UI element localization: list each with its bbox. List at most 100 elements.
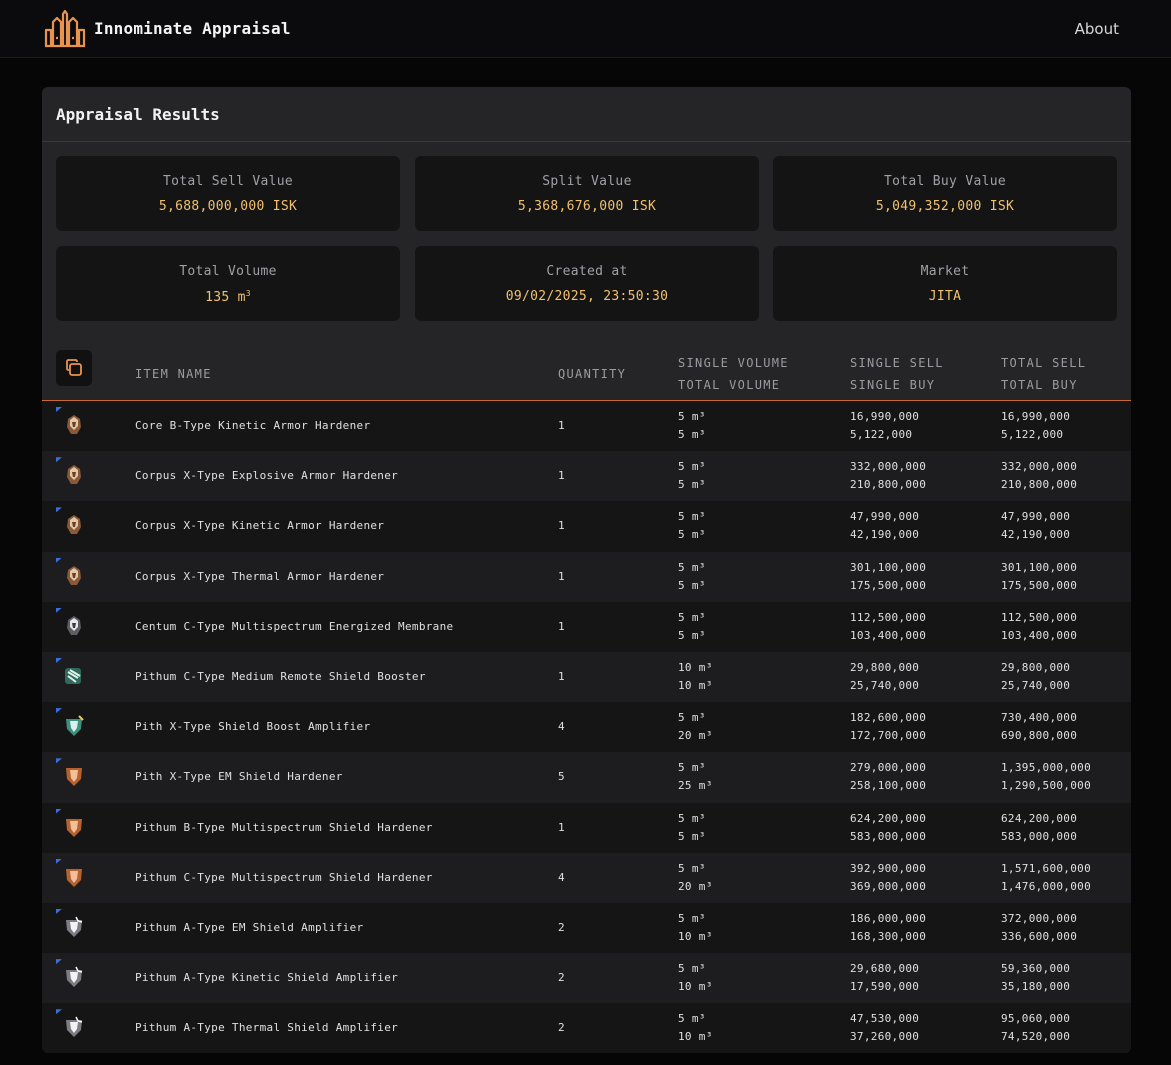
item-single-volume: 5 m³ [678, 761, 706, 775]
item-single-volume: 5 m³ [678, 410, 706, 423]
item-name[interactable]: Pithum A-Type Thermal Shield Amplifier [135, 1021, 398, 1034]
item-total-sell: 1,571,600,000 [1001, 861, 1091, 875]
item-total-volume: 20 m³ [678, 879, 713, 893]
item-name[interactable]: Core B-Type Kinetic Armor Hardener [135, 419, 370, 432]
item-single-sell: 186,000,000 [850, 911, 927, 925]
item-single-volume: 10 m³ [678, 660, 713, 674]
castle-logo-icon[interactable] [44, 8, 86, 50]
item-name[interactable]: Pith X-Type EM Shield Hardener [135, 770, 343, 783]
split-value-label: Split Value [542, 174, 632, 189]
col-total-sell[interactable]: TOTAL SELL [1001, 356, 1086, 370]
item-name[interactable]: Corpus X-Type Kinetic Armor Hardener [135, 519, 384, 532]
item-total-buy: 103,400,000 [1001, 628, 1078, 642]
tech-tier-marker [56, 908, 62, 914]
col-single-sell[interactable]: SINGLE SELL [850, 356, 944, 370]
table-row[interactable]: Corpus X-Type Explosive Armor Hardener 1 5… [42, 451, 1131, 502]
item-total-volume: 10 m³ [678, 1030, 713, 1044]
item-name[interactable]: Pithum B-Type Multispectrum Shield Harde… [135, 821, 433, 834]
tech-tier-marker [56, 758, 62, 764]
table-row[interactable]: Pithum C-Type Multispectrum Shield Harde… [42, 852, 1131, 903]
tech-tier-marker [56, 557, 62, 563]
total-sell-label: Total Sell Value [162, 174, 294, 189]
item-quantity: 2 [558, 971, 565, 985]
item-single-sell: 47,990,000 [850, 510, 920, 524]
tech-tier-marker [56, 858, 62, 864]
col-total-volume[interactable]: TOTAL VOLUME [678, 378, 780, 392]
tech-tier-marker [56, 808, 62, 814]
market-card: Market JITA [773, 246, 1117, 321]
item-name[interactable]: Pithum C-Type Medium Remote Shield Boost… [135, 670, 426, 683]
appraisal-results-panel: Appraisal Results Total Sell Value 5,688… [42, 87, 1131, 1053]
item-quantity: 5 [558, 770, 565, 784]
shield-hardener-icon [56, 808, 90, 843]
table-row[interactable]: Pithum B-Type Multispectrum Shield Harde… [42, 802, 1131, 853]
table-row[interactable]: Core B-Type Kinetic Armor Hardener 1 5 m³ 5… [42, 401, 1131, 452]
item-total-sell: 16,990,000 [1001, 410, 1071, 423]
item-name[interactable]: Pithum A-Type Kinetic Shield Amplifier [135, 971, 398, 984]
item-single-sell: 279,000,000 [850, 761, 927, 775]
item-quantity: 1 [558, 619, 565, 633]
table-row[interactable]: Pith X-Type EM Shield Hardener 5 5 m³ 25 m³… [42, 752, 1131, 803]
item-total-buy: 35,180,000 [1001, 980, 1071, 994]
item-total-buy: 690,800,000 [1001, 729, 1078, 743]
app-title[interactable]: Innominate Appraisal [94, 19, 291, 38]
col-total-buy[interactable]: TOTAL BUY [1001, 378, 1078, 392]
item-name[interactable]: Corpus X-Type Explosive Armor Hardener [135, 469, 398, 482]
panel-header: Appraisal Results [42, 87, 1131, 142]
item-single-volume: 5 m³ [678, 811, 706, 825]
col-single-volume[interactable]: SINGLE VOLUME [678, 356, 789, 370]
shield-boost-amplifier-icon [56, 708, 90, 742]
table-row[interactable]: Pithum A-Type Kinetic Shield Amplifier 2 5… [42, 953, 1131, 1004]
item-total-sell: 1,395,000,000 [1001, 761, 1091, 775]
col-item-name[interactable]: ITEM NAME [135, 367, 212, 381]
item-name[interactable]: Pith X-Type Shield Boost Amplifier [135, 720, 370, 733]
total-volume-card: Total Volume 135 m3 [56, 246, 400, 321]
item-total-sell: 332,000,000 [1001, 460, 1078, 474]
split-value-value: 5,368,676,000 ISK [517, 199, 657, 214]
item-single-buy: 103,400,000 [850, 628, 927, 642]
col-quantity[interactable]: QUANTITY [558, 367, 626, 381]
item-single-sell: 47,530,000 [850, 1012, 920, 1026]
table-row[interactable]: Centum C-Type Multispectrum Energized Me… [42, 601, 1131, 652]
armor-hardener-icon [56, 507, 90, 541]
item-single-sell: 29,800,000 [850, 660, 920, 674]
created-at-label: Created at [546, 264, 628, 279]
item-quantity: 1 [558, 669, 565, 683]
item-total-buy: 1,290,500,000 [1001, 779, 1091, 793]
item-single-volume: 5 m³ [678, 560, 706, 574]
item-name[interactable]: Corpus X-Type Thermal Armor Hardener [135, 570, 384, 583]
item-quantity: 1 [558, 469, 565, 483]
remote-shield-booster-icon [56, 657, 90, 692]
table-row[interactable]: Corpus X-Type Thermal Armor Hardener 1 5 m… [42, 551, 1131, 602]
shield-amplifier-icon [56, 908, 90, 943]
armor-hardener-icon [56, 407, 90, 441]
table-row[interactable]: Pith X-Type Shield Boost Amplifier 4 5 m³ 2… [42, 702, 1131, 753]
item-total-buy: 5,122,000 [1001, 428, 1064, 441]
item-single-buy: 17,590,000 [850, 980, 920, 994]
item-single-sell: 301,100,000 [850, 560, 927, 574]
table-row[interactable]: Pithum C-Type Medium Remote Shield Boost… [42, 651, 1131, 703]
item-total-buy: 210,800,000 [1001, 478, 1078, 492]
item-name[interactable]: Pithum A-Type EM Shield Amplifier [135, 921, 363, 934]
table-row[interactable]: Corpus X-Type Kinetic Armor Hardener 1 5 m… [42, 501, 1131, 552]
table-row[interactable]: Pithum A-Type Thermal Shield Amplifier 2 5… [42, 1003, 1131, 1053]
item-single-sell: 182,600,000 [850, 711, 927, 725]
item-single-volume: 5 m³ [678, 711, 706, 725]
copy-button[interactable] [56, 350, 92, 386]
summary-cards: Total Sell Value 5,688,000,000 ISK Split… [42, 142, 1131, 342]
item-single-buy: 37,260,000 [850, 1030, 920, 1044]
armor-hardener-icon [56, 557, 90, 592]
col-single-buy[interactable]: SINGLE BUY [850, 378, 935, 392]
item-name[interactable]: Pithum C-Type Multispectrum Shield Harde… [135, 871, 433, 884]
total-sell-card: Total Sell Value 5,688,000,000 ISK [56, 156, 400, 231]
item-name[interactable]: Centum C-Type Multispectrum Energized Me… [135, 620, 453, 633]
item-single-volume: 5 m³ [678, 1012, 706, 1026]
tech-tier-marker [56, 1009, 62, 1015]
item-total-buy: 25,740,000 [1001, 678, 1071, 692]
about-link[interactable]: About [1075, 20, 1119, 38]
table-row[interactable]: Pithum A-Type EM Shield Amplifier 2 5 m³ 10… [42, 902, 1131, 954]
item-quantity: 1 [558, 820, 565, 834]
item-single-volume: 5 m³ [678, 911, 706, 925]
energized-membrane-icon [56, 607, 90, 642]
item-single-sell: 624,200,000 [850, 811, 927, 825]
